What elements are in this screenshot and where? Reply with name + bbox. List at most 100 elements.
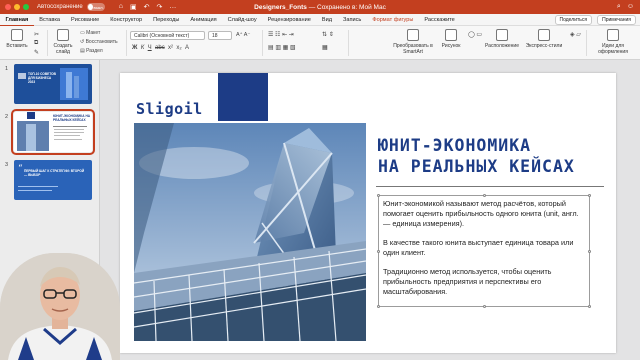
undo-icon[interactable]: ↶ xyxy=(144,3,150,11)
current-slide[interactable]: Sligoil ЮНИТ-ЭКОНОМИКА НА РЕАЛЬНЫХ КЕЙСА… xyxy=(120,73,616,353)
shapes-icon[interactable]: ◯ ▭ xyxy=(468,31,482,38)
toggle-knob xyxy=(87,4,93,10)
resize-handle[interactable] xyxy=(377,305,380,308)
font-size-select[interactable]: 18 xyxy=(208,31,232,40)
tab-view[interactable]: Вид xyxy=(316,17,337,23)
resize-handle[interactable] xyxy=(588,250,591,253)
minimize-window-button[interactable] xyxy=(14,4,20,10)
body-paragraph-1: Юнит-экономикой называют метод расчётов,… xyxy=(383,199,579,228)
redo-icon[interactable]: ↷ xyxy=(156,3,162,11)
powerpoint-window: Автосохранение выкл. ⌂ ▣ ↶ ↷ … Designers… xyxy=(0,0,640,360)
heading-line-1: ЮНИТ-ЭКОНОМИКА xyxy=(378,136,532,155)
resize-handle[interactable] xyxy=(588,305,591,308)
picture-label: Рисунок xyxy=(441,43,461,49)
titlebar-right: ⌕ ☺ xyxy=(617,3,634,11)
tab-shape-format[interactable]: Формат фигуры xyxy=(367,17,419,23)
thumb-number: 2 xyxy=(5,114,9,120)
close-window-button[interactable] xyxy=(5,4,11,10)
smartart-icon xyxy=(407,29,419,41)
home-icon[interactable]: ⌂ xyxy=(119,3,123,11)
convert-smartart-button[interactable]: Преобразовать в SmartArt xyxy=(392,29,434,55)
accent-bar xyxy=(218,73,268,121)
shape-fill-icon[interactable]: ◈ ▱ xyxy=(570,31,581,38)
body-paragraph-3: Традиционно метод используется, чтобы оц… xyxy=(383,267,552,296)
tab-record[interactable]: Запись xyxy=(337,17,366,23)
separator xyxy=(126,30,127,56)
paste-button[interactable]: Вставить xyxy=(4,29,30,49)
font-size-value: 18 xyxy=(212,33,218,39)
more-icon[interactable]: … xyxy=(169,3,176,11)
slide-thumbnail-2[interactable]: ЮНИТ-ЭКОНОМИКА НА РЕАЛЬНЫХ КЕЙСАХ xyxy=(11,109,95,155)
document-name: Designers_Fonts xyxy=(254,3,307,11)
font-grow-icon[interactable]: A⁺ A⁻ xyxy=(236,32,250,38)
resize-handle[interactable] xyxy=(377,250,380,253)
section-button[interactable]: ▤ Раздел xyxy=(80,48,103,54)
ribbon-tabs: Главная Вставка Рисование Конструктор Пе… xyxy=(0,14,640,26)
new-slide-label: Создать слайд xyxy=(53,43,73,55)
autosave-state: выкл. xyxy=(93,4,104,10)
svg-text:“: “ xyxy=(18,163,23,174)
text-direction-icon[interactable]: ⇅ ⇕ xyxy=(322,31,334,38)
tabs-right: Поделиться Примечания xyxy=(554,14,636,25)
resize-handle[interactable] xyxy=(483,194,486,197)
tab-insert[interactable]: Вставка xyxy=(34,17,66,23)
resize-handle[interactable] xyxy=(377,194,380,197)
slide-thumbnail-1[interactable]: ТОП-10 СОВЕТОВ ДЛЯ БИЗНЕСА 2023 xyxy=(14,64,92,104)
font-name-select[interactable]: Calibri (Основной текст) xyxy=(130,31,205,40)
emoji-icon[interactable]: ☺ xyxy=(627,3,634,11)
clipboard-icon xyxy=(11,29,23,41)
columns-icon[interactable]: ▦ xyxy=(322,44,328,51)
align-icons[interactable]: ▤ ▥ ▦ ▧ xyxy=(268,44,296,51)
separator xyxy=(586,30,587,56)
slide-logo[interactable]: Sligoil xyxy=(136,100,203,118)
arrange-button[interactable]: Расположение xyxy=(484,29,520,49)
body-textbox[interactable]: Юнит-экономикой называют метод расчётов,… xyxy=(377,194,591,308)
tab-review[interactable]: Рецензирование xyxy=(262,17,316,23)
format-painter-icon[interactable]: ✎ xyxy=(34,49,39,56)
slide-editor-canvas: Sligoil ЮНИТ-ЭКОНОМИКА НА РЕАЛЬНЫХ КЕЙСА… xyxy=(100,60,640,360)
heading-divider xyxy=(376,186,604,187)
comments-button[interactable]: Примечания xyxy=(597,14,636,25)
font-style-buttons[interactable]: Ж К Ч abc x² x₂ A xyxy=(132,45,189,51)
tab-slideshow[interactable]: Слайд-шоу xyxy=(222,17,262,23)
copy-icon[interactable]: ⧉ xyxy=(34,40,38,47)
slide-heading[interactable]: ЮНИТ-ЭКОНОМИКА НА РЕАЛЬНЫХ КЕЙСАХ xyxy=(378,135,575,177)
bullets-icon[interactable]: ☰ ☷ ⇤ ⇥ xyxy=(268,31,294,38)
section-label: Раздел xyxy=(86,48,103,54)
reset-button[interactable]: ↺ Восстановить xyxy=(80,39,118,45)
new-slide-button[interactable]: Создать слайд xyxy=(50,29,76,55)
quick-access-toolbar: ⌂ ▣ ↶ ↷ … xyxy=(119,3,177,11)
tab-tell-me[interactable]: Расскажите xyxy=(419,17,460,23)
cut-icon[interactable]: ✂ xyxy=(34,31,39,38)
share-button[interactable]: Поделиться xyxy=(554,14,593,25)
quick-styles-icon xyxy=(538,29,550,41)
presenter-webcam xyxy=(0,253,120,360)
tab-transitions[interactable]: Переходы xyxy=(148,17,185,23)
autosave-toggle[interactable]: выкл. xyxy=(86,3,105,11)
arrange-icon xyxy=(496,29,508,41)
skyscraper-photo[interactable] xyxy=(134,123,366,341)
slide-thumbnail-3[interactable]: “ ПЕРВЫЙ ШАГ К СТРАТЕГИИ: ВТОРОЙ — ВЫБОР xyxy=(14,160,92,200)
designer-button[interactable]: Идеи для оформления xyxy=(590,29,636,55)
thumbnail-art: “ xyxy=(18,163,58,191)
picture-button[interactable]: Рисунок xyxy=(438,29,464,49)
layout-label: Макет xyxy=(86,30,101,36)
tab-draw[interactable]: Рисование xyxy=(66,17,105,23)
search-icon[interactable]: ⌕ xyxy=(617,3,621,11)
ribbon-toolbar: Вставить ✂ ⧉ ✎ Создать слайд ▭ Макет ↺ В… xyxy=(0,26,640,60)
tab-animations[interactable]: Анимация xyxy=(185,17,222,23)
skyscraper-image xyxy=(134,123,366,341)
body-paragraph-2: В качестве такого юнита выступает единиц… xyxy=(383,238,574,257)
layout-button[interactable]: ▭ Макет xyxy=(80,30,100,36)
thumbnail-title: ТОП-10 СОВЕТОВ ДЛЯ БИЗНЕСА 2023 xyxy=(28,72,56,84)
resize-handle[interactable] xyxy=(588,194,591,197)
tab-home[interactable]: Главная xyxy=(0,17,34,26)
tab-design[interactable]: Конструктор xyxy=(105,17,148,23)
separator xyxy=(47,30,48,56)
quick-styles-button[interactable]: Экспресс-стили xyxy=(524,29,564,49)
new-slide-icon xyxy=(57,29,69,41)
zoom-window-button[interactable] xyxy=(23,4,29,10)
save-icon[interactable]: ▣ xyxy=(130,3,137,11)
resize-handle[interactable] xyxy=(483,305,486,308)
paste-label: Вставить xyxy=(6,43,28,49)
